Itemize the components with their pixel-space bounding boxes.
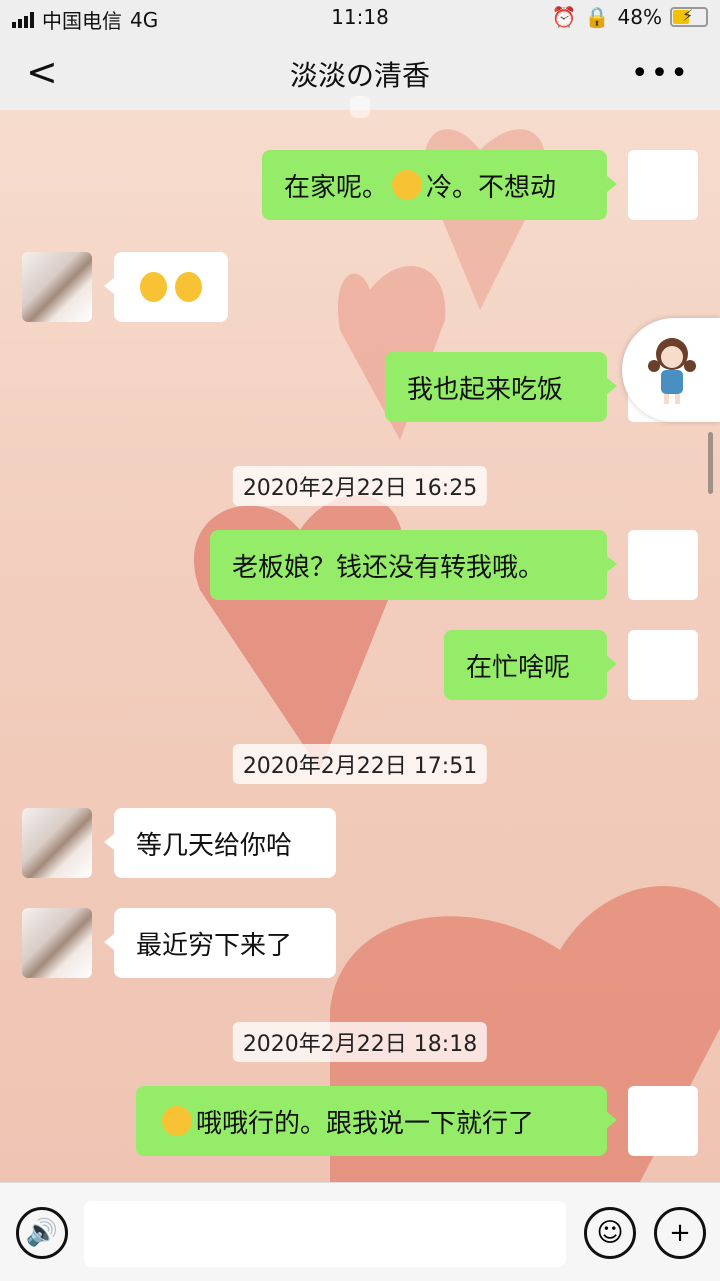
my-avatar[interactable] [628,530,698,600]
plus-icon: + [669,1218,691,1248]
message-text: 在家呢。 [284,172,389,203]
scrollbar[interactable] [708,432,713,494]
status-bar: 中国电信 4G 11:18 ⏰ 🔒 48% ⚡ [0,0,720,34]
message-bubble-sent[interactable]: 哦哦行的。跟我说一下就行了 [136,1086,617,1156]
voice-input-button[interactable]: 🔊 [16,1207,68,1259]
timestamp-partial [350,96,370,118]
my-avatar[interactable] [628,630,698,700]
message-text: 哦哦行的。跟我说一下就行了 [196,1108,535,1139]
contact-avatar[interactable] [22,808,92,878]
message-text: 老板娘？钱还没有转我哦。 [232,552,545,583]
timestamp: 2020年2月22日 18:18 [232,1022,488,1062]
message-bubble-received[interactable]: 等几天给你哈 [104,808,336,878]
floating-sticker-widget[interactable] [622,318,720,422]
charging-icon: ⚡ [682,6,694,25]
message-bubble-received[interactable]: 最近穷下来了 [104,908,336,978]
message-text: 等几天给你哈 [136,830,293,861]
contact-avatar[interactable] [22,908,92,978]
rotation-lock-icon: 🔒 [584,5,610,29]
message-text: 在忙啥呢 [466,652,571,683]
input-bar: 🔊 ☺ + [0,1182,720,1281]
my-avatar[interactable] [628,150,698,220]
more-actions-button[interactable]: + [654,1207,706,1259]
laugh-cry-emoji-icon [162,1106,192,1136]
battery-icon: ⚡ [670,6,708,27]
contact-avatar[interactable] [22,252,92,322]
message-text: 最近穷下来了 [136,930,293,961]
alarm-icon: ⏰ [551,5,577,29]
voice-icon: 🔊 [25,1218,59,1248]
grin-face-icon [140,272,167,302]
message-bubble-sent[interactable]: 在家呢。 冷。不想动 [262,150,617,220]
timestamp: 2020年2月22日 17:51 [232,744,488,784]
message-bubble-sent[interactable]: 在忙啥呢 [444,630,617,700]
my-avatar[interactable] [628,1086,698,1156]
message-bubble-sent[interactable]: 我也起来吃饭 [385,352,617,422]
message-text: 冷。不想动 [426,172,557,203]
grimace-emoji-icon [392,170,423,200]
battery-percent: 48% [617,5,662,29]
message-bubble-received[interactable] [104,252,228,322]
timestamp: 2020年2月22日 16:25 [232,466,488,506]
girl-sticker-icon [648,338,696,404]
message-bubble-sent[interactable]: 老板娘？钱还没有转我哦。 [210,530,617,600]
emoji-button[interactable]: ☺ [584,1207,636,1259]
more-options-button[interactable]: ••• [631,56,690,91]
smiley-icon: ☺ [596,1218,624,1248]
chat-title: 淡淡の清香 [289,59,430,92]
grin-face-icon [175,272,202,302]
message-text: 我也起来吃饭 [407,374,564,405]
message-input[interactable] [84,1201,566,1267]
